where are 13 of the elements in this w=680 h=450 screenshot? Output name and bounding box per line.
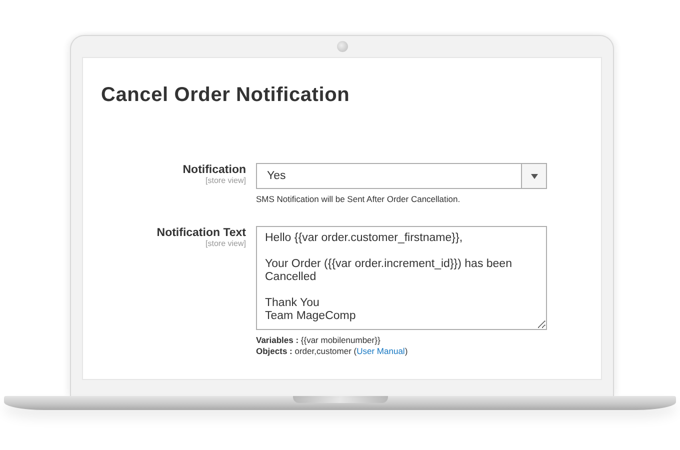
user-manual-link[interactable]: User Manual bbox=[356, 346, 405, 356]
field-note: SMS Notification will be Sent After Order Cancellation. bbox=[256, 194, 462, 204]
camera-icon bbox=[336, 41, 348, 52]
scope-label: [store view] bbox=[206, 239, 246, 248]
caret-icon bbox=[530, 174, 538, 178]
page-title: Cancel Order Notification bbox=[101, 84, 350, 107]
scope-label: [store view] bbox=[206, 176, 246, 185]
field-label: Notification bbox=[182, 164, 246, 176]
field-note: Objects : order,customer (User Manual) bbox=[256, 346, 409, 356]
field-note: Variables : {{var mobilenumber}} bbox=[256, 335, 382, 345]
field-label: Notification Text bbox=[156, 227, 246, 239]
notification-select[interactable]: Yes bbox=[256, 163, 547, 189]
notification-text-field[interactable]: Hello {{var order.customer_firstname}}, Your Order ({{var order.increment_id}}) has been Cancelled Thank You Team MageComp bbox=[256, 226, 547, 330]
